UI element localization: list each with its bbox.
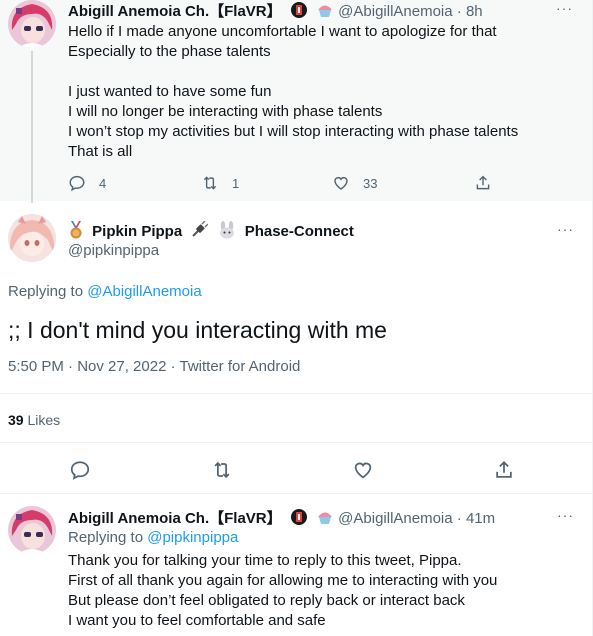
share-button[interactable] <box>474 174 492 192</box>
likes-label: Likes <box>27 412 61 428</box>
text-line: Especially to the phase talents <box>68 43 271 60</box>
handle[interactable]: @AbigillAnemoia <box>338 3 452 20</box>
timestamp[interactable]: 8h <box>466 3 483 20</box>
more-options-icon[interactable]: ··· <box>556 0 573 16</box>
retweet-icon <box>214 461 230 479</box>
reply-icon <box>70 461 90 480</box>
text-line: I just wanted to have some fun <box>68 83 272 100</box>
reply-icon <box>69 175 85 192</box>
retweet-icon <box>203 176 217 190</box>
share-icon <box>476 175 490 190</box>
text-line: Hello if I made anyone uncomfortable I w… <box>68 23 497 40</box>
display-name-suffix[interactable]: Phase-Connect <box>245 223 354 240</box>
tweet-main-text: ;; I don't mind you interacting with me <box>8 317 387 343</box>
likes-stat[interactable]: 39 Likes <box>8 412 60 428</box>
circle-logo-badge-icon <box>290 1 308 23</box>
reply-button[interactable] <box>69 459 91 486</box>
divider <box>0 393 592 394</box>
tweet3-header: Abigill Anemoia Ch.【FlaVR】 @AbigillAnemo… <box>68 507 495 530</box>
display-name[interactable]: Pipkin Pippa <box>92 223 182 240</box>
medal-icon <box>68 221 84 243</box>
share-button[interactable] <box>493 459 515 486</box>
electric-plug-icon <box>190 220 209 243</box>
heart-icon <box>334 177 348 190</box>
tweet-timestamp[interactable]: 5:50 PM · Nov 27, 2022 · Twitter for And… <box>8 358 300 375</box>
replying-handle-link[interactable]: @AbigillAnemoia <box>87 283 201 300</box>
handle[interactable]: @AbigillAnemoia <box>338 510 452 527</box>
text-line: Thank you for talking your time to reply… <box>68 552 462 569</box>
more-options-icon[interactable]: ··· <box>557 507 574 523</box>
text-line: That is all <box>68 143 133 160</box>
rabbit-face-icon <box>217 221 237 243</box>
handle[interactable]: @pipkinpippa <box>68 242 159 259</box>
thread-line <box>31 51 33 203</box>
reply-count: 4 <box>99 175 107 191</box>
divider <box>0 493 592 494</box>
text-line: I won’t stop my activities but I will st… <box>68 123 519 140</box>
tweet3-text: Thank you for talking your time to reply… <box>68 551 497 631</box>
avatar-abigill[interactable] <box>8 506 56 554</box>
share-icon <box>496 460 512 478</box>
like-button[interactable]: 33 <box>332 174 377 192</box>
tweet1-actions: 4 1 33 <box>68 174 508 194</box>
avatar-pippa[interactable] <box>8 214 56 262</box>
tweet-previous[interactable]: Abigill Anemoia Ch.【FlaVR】 @AbigillAnemo… <box>0 0 592 203</box>
replying-handle-link[interactable]: @pipkinpippa <box>147 529 238 546</box>
replying-label: Replying to <box>68 529 144 546</box>
replying-to: Replying to @pipkinpippa <box>68 529 238 546</box>
avatar-abigill[interactable] <box>8 0 56 48</box>
circle-logo-badge-icon <box>290 508 308 530</box>
like-button[interactable] <box>352 459 374 486</box>
likes-count: 39 <box>8 412 24 428</box>
dot-separator: · <box>456 3 462 20</box>
text-line: I want you to feel comfortable and safe <box>68 612 326 629</box>
display-name[interactable]: Abigill Anemoia Ch.【FlaVR】 <box>68 3 282 20</box>
dot-separator: · <box>456 510 462 527</box>
shaved-ice-emoji-icon <box>316 508 334 530</box>
shaved-ice-emoji-icon <box>316 1 334 23</box>
text-line <box>68 62 518 82</box>
tweet1-header: Abigill Anemoia Ch.【FlaVR】 @AbigillAnemo… <box>68 0 483 23</box>
display-name[interactable]: Abigill Anemoia Ch.【FlaVR】 <box>68 510 282 527</box>
heart-icon <box>354 462 372 479</box>
text-line: I will no longer be interacting with pha… <box>68 103 383 120</box>
text-line: First of all thank you again for allowin… <box>68 572 498 589</box>
retweet-button[interactable]: 1 <box>201 174 239 192</box>
timestamp[interactable]: 41m <box>466 510 495 527</box>
replying-to: Replying to @AbigillAnemoia <box>8 283 202 300</box>
retweet-count: 1 <box>232 175 240 191</box>
reply-button[interactable]: 4 <box>68 174 106 192</box>
more-options-icon[interactable]: ··· <box>557 221 574 237</box>
tweet2-name-row: Pipkin Pippa Phase-Connect <box>68 220 354 243</box>
divider <box>0 442 592 443</box>
tweet1-text: Hello if I made anyone uncomfortable I w… <box>68 22 518 162</box>
like-count: 33 <box>363 175 378 191</box>
text-line: But please don’t feel obligated to reply… <box>68 592 465 609</box>
retweet-button[interactable] <box>211 459 233 486</box>
replying-label: Replying to <box>8 283 84 300</box>
